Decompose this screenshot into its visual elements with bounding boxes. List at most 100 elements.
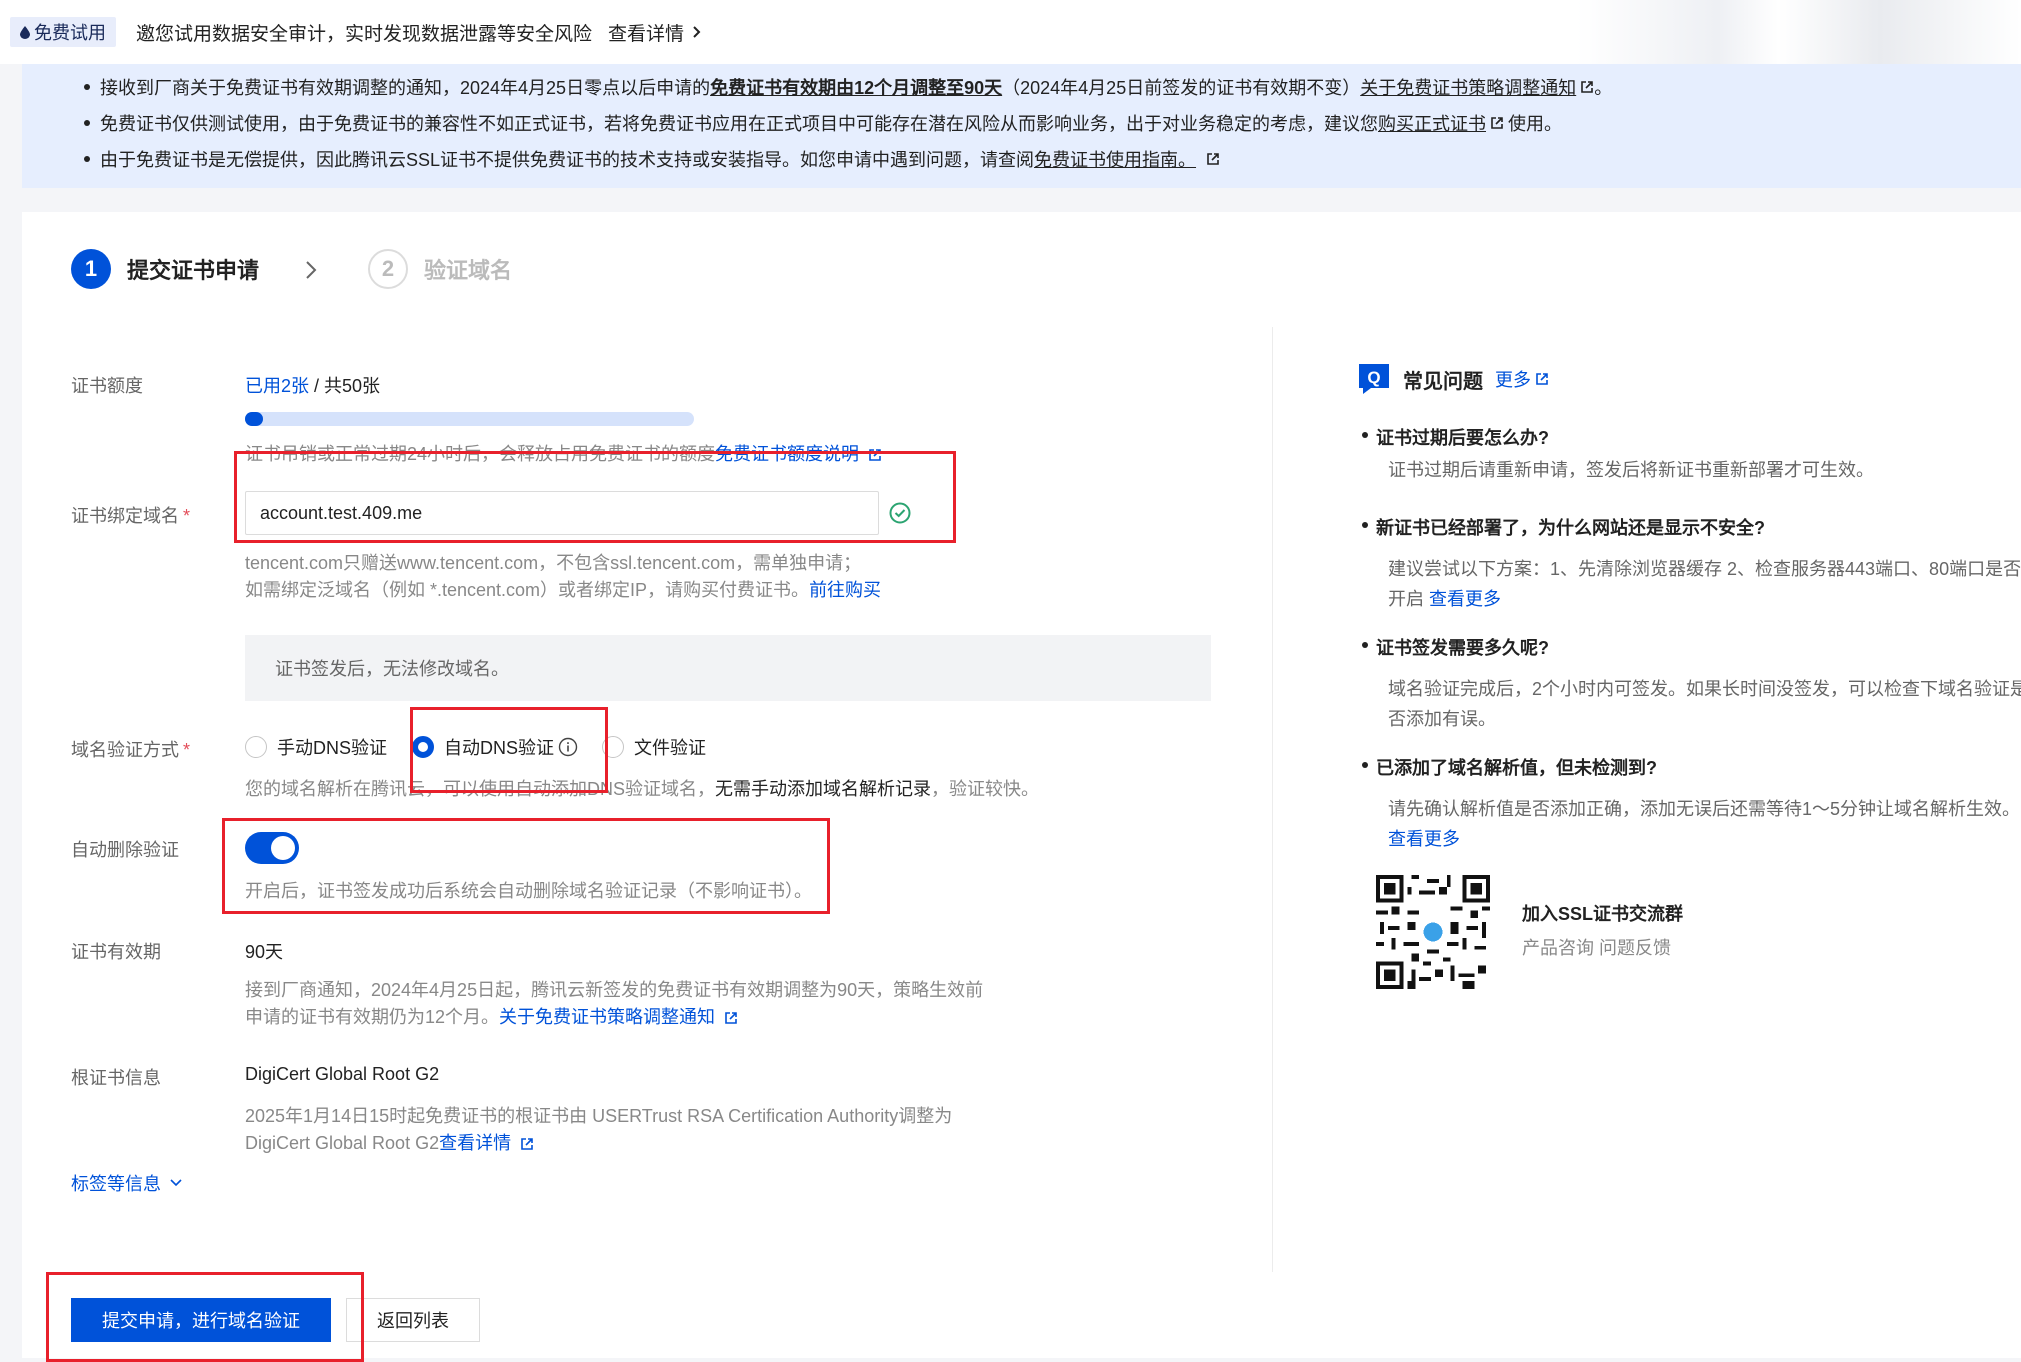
radio-circle	[245, 736, 267, 758]
validity-hint-1: 接到厂商通知，2024年4月25日起，腾讯云新签发的免费证书有效期调整为90天，…	[245, 980, 984, 1000]
notice-text: （2024年4月25日前签发的证书有效期不变）	[1002, 78, 1361, 98]
faq-question[interactable]: 已添加了域名解析值，但未检测到?	[1362, 754, 1657, 780]
auto-delete-label: 自动删除验证	[71, 840, 179, 860]
promo-bar: 免费试用 邀您试用数据安全审计，实时发现数据泄露等安全风险 查看详情	[0, 0, 2021, 64]
external-link-icon	[521, 1138, 533, 1150]
validity-value: 90天	[245, 942, 284, 962]
step-submit: 1 提交证书申请	[71, 249, 259, 289]
faq-question-text: 新证书已经部署了，为什么网站还是显示不安全?	[1376, 518, 1765, 538]
root-hint-1: 2025年1月14日15时起免费证书的根证书由 USERTrust RSA Ce…	[245, 1106, 953, 1126]
verify-label: 域名验证方式 *	[71, 736, 190, 762]
usage-guide-link[interactable]: 免费证书使用指南。	[1034, 146, 1196, 172]
faq-answer: 域名验证完成后，2个小时内可签发。如果长时间没签发，可以检查下域名验证是否添加有…	[1388, 679, 2021, 729]
domain-hint-1: tencent.com只赠送www.tencent.com，不包含ssl.ten…	[245, 553, 862, 573]
group-title: 加入SSL证书交流群	[1522, 904, 1684, 924]
faq-answer: 请先确认解析值是否添加正确，添加无误后还需等待1～5分钟让域名解析生效。 查看更多	[1388, 794, 2021, 854]
root-hint-2-text: DigiCert Global Root G2	[245, 1133, 440, 1153]
notice-line-1: 接收到厂商关于免费证书有效期调整的通知，2024年4月25日零点以后申请的 免费…	[84, 74, 1613, 100]
external-link-icon	[1207, 153, 1219, 165]
group-subtitle: 产品咨询 问题反馈	[1522, 938, 1672, 958]
root-hint-2: DigiCert Global Root G2查看详情	[245, 1129, 534, 1155]
highlight-domain	[234, 451, 956, 543]
validity-hint-2-text: 申请的证书有效期仍为12个月。	[245, 1007, 500, 1027]
faq-question-text: 证书过期后要怎么办?	[1376, 428, 1549, 448]
highlight-submit	[46, 1272, 364, 1362]
notice-line-2: 免费证书仅供测试使用，由于免费证书的兼容性不如正式证书，若将免费证书应用在正式项…	[84, 110, 1562, 136]
promo-message: 邀您试用数据安全审计，实时发现数据泄露等安全风险	[136, 23, 593, 45]
notice-line-3: 由于免费证书是无偿提供，因此腾讯云SSL证书不提供免费证书的技术支持或安装指导。…	[84, 146, 1220, 172]
notice-text: 由于免费证书是无偿提供，因此腾讯云SSL证书不提供免费证书的技术支持或安装指导。…	[100, 150, 1035, 170]
domain-hint-2-text: 如需绑定泛域名（例如 *.tencent.com）或者绑定IP，请购买付费证书。	[245, 580, 810, 600]
faq-more-label: 更多	[1495, 370, 1531, 390]
quota-progress-fill	[245, 412, 263, 426]
apply-card: 1 提交证书申请 2 验证域名 证书额度 已用2张 / 共50张 证书吊销或正常…	[22, 212, 2021, 1362]
quota-label: 证书额度	[71, 376, 143, 396]
radio-label: 手动DNS验证	[277, 738, 388, 758]
faq-title: 常见问题	[1403, 370, 1483, 393]
domain-label: 证书绑定域名 *	[71, 502, 190, 528]
step-verify: 2 验证域名	[368, 249, 512, 289]
notice-text: 使用。	[1508, 114, 1562, 134]
qr-code-icon	[1376, 875, 1490, 989]
external-link-icon	[1536, 373, 1548, 385]
verify-label-text: 域名验证方式	[71, 740, 179, 760]
notice-bold-text: 免费证书有效期由12个月调整至90天	[710, 78, 1003, 98]
chevron-right-icon	[306, 261, 317, 279]
radio-label: 文件验证	[634, 738, 706, 758]
verify-hint-text: ，验证较快。	[931, 779, 1040, 799]
quota-total: / 共50张	[309, 376, 381, 396]
faq-see-more-link[interactable]: 查看更多	[1429, 589, 1501, 609]
required-mark: *	[183, 740, 191, 760]
radio-file[interactable]: 文件验证	[602, 734, 706, 760]
chevron-down-icon	[170, 1179, 182, 1187]
domain-locked-note: 证书签发后，无法修改域名。	[245, 635, 1211, 701]
faq-see-more-link[interactable]: 查看更多	[1388, 829, 1460, 849]
radio-manual-dns[interactable]: 手动DNS验证	[245, 734, 387, 760]
notice-text: 免费证书仅供测试使用，由于免费证书的兼容性不如正式证书，若将免费证书应用在正式项…	[100, 114, 1378, 134]
more-info-toggle[interactable]: 标签等信息	[71, 1170, 183, 1196]
step-number: 2	[368, 249, 408, 289]
back-to-list-button[interactable]: 返回列表	[346, 1298, 480, 1342]
root-details-link[interactable]: 查看详情	[439, 1133, 511, 1153]
notice-panel: 接收到厂商关于免费证书有效期调整的通知，2024年4月25日零点以后申请的 免费…	[22, 64, 2021, 188]
free-trial-tag[interactable]: 免费试用	[10, 17, 116, 47]
step-label: 提交证书申请	[127, 258, 260, 283]
external-link-icon	[725, 1012, 737, 1024]
faq-answer: 建议尝试以下方案：1、先清除浏览器缓存 2、检查服务器443端口、80端口是否开…	[1388, 554, 2021, 614]
quota-value: 已用2张 / 共50张	[245, 372, 380, 398]
notice-text: 接收到厂商关于免费证书有效期调整的通知，2024年4月25日零点以后申请的	[100, 78, 711, 98]
verify-hint-emphasis: 无需手动添加域名解析记录	[715, 779, 932, 799]
faq-q-icon: Q	[1359, 364, 1389, 394]
notice-text: 。	[1594, 78, 1613, 98]
highlight-auto-delete	[222, 818, 830, 914]
drop-icon	[20, 25, 30, 39]
step-number: 1	[71, 249, 111, 289]
buy-cert-link[interactable]: 购买正式证书	[1378, 110, 1486, 136]
faq-question[interactable]: 证书过期后要怎么办?	[1362, 424, 1549, 450]
validity-hint-2: 申请的证书有效期仍为12个月。关于免费证书策略调整通知	[245, 1003, 738, 1029]
promo-details-link[interactable]: 查看详情	[608, 19, 704, 46]
verify-hint: 您的域名解析在腾讯云，可以使用自动添加DNS验证域名，无需手动添加域名解析记录，…	[245, 775, 1039, 801]
root-cert-value: DigiCert Global Root G2	[245, 1064, 440, 1084]
svg-text:Q: Q	[1367, 368, 1380, 387]
step-label: 验证域名	[424, 258, 513, 283]
faq-question[interactable]: 证书签发需要多久呢?	[1362, 634, 1549, 660]
root-cert-label: 根证书信息	[71, 1068, 161, 1088]
policy-link[interactable]: 关于免费证书策略调整通知	[499, 1007, 715, 1027]
faq-question-text: 证书签发需要多久呢?	[1376, 638, 1549, 658]
promo-details-label: 查看详情	[608, 23, 685, 45]
domain-label-text: 证书绑定域名	[71, 506, 179, 526]
faq-question-text: 已添加了域名解析值，但未检测到?	[1376, 758, 1657, 778]
quota-used-link[interactable]: 已用2张	[245, 376, 309, 396]
required-mark: *	[183, 506, 191, 526]
policy-notice-link[interactable]: 关于免费证书策略调整通知	[1360, 74, 1576, 100]
faq-question[interactable]: 新证书已经部署了，为什么网站还是显示不安全?	[1362, 514, 1765, 540]
faq-answer-text: 请先确认解析值是否添加正确，添加无误后还需等待1～5分钟让域名解析生效。	[1388, 799, 2021, 819]
external-link-icon	[1581, 81, 1594, 93]
faq-more-link[interactable]: 更多	[1495, 366, 1549, 392]
free-trial-label: 免费试用	[34, 23, 106, 43]
more-info-label: 标签等信息	[71, 1174, 161, 1194]
go-buy-link[interactable]: 前往购买	[809, 580, 881, 600]
highlight-auto-dns	[410, 707, 608, 793]
faq-answer: 证书过期后请重新申请，签发后将新证书重新部署才可生效。	[1388, 460, 1874, 480]
